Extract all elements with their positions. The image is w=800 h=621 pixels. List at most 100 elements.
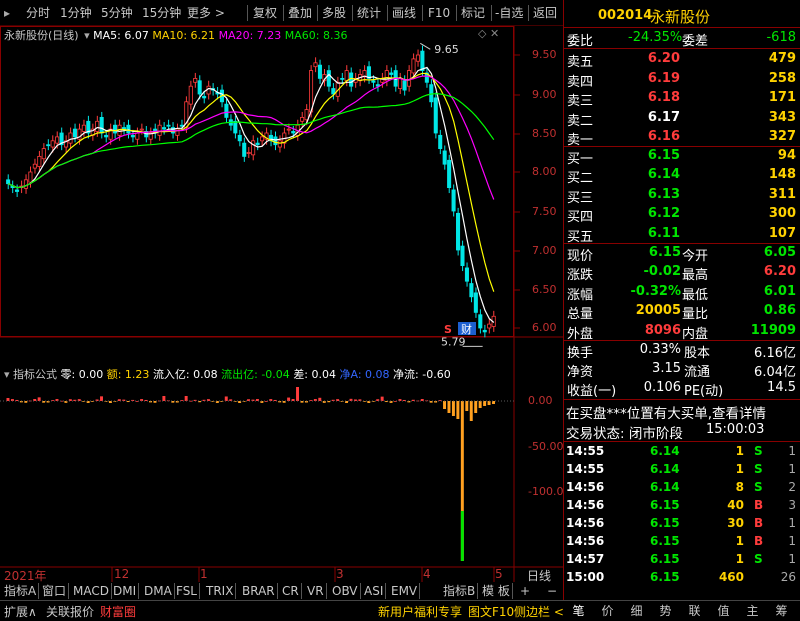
- trade-price: 6.15: [650, 534, 680, 548]
- trade-price: 6.14: [650, 444, 680, 458]
- ask-label: 卖二: [567, 113, 594, 129]
- caifuquan-button[interactable]: 财富圈: [100, 603, 136, 620]
- high-annotation: 9.65: [434, 43, 459, 56]
- time-m4: 4: [423, 567, 431, 581]
- tab-asi[interactable]: ASI: [362, 583, 387, 599]
- tab-trix[interactable]: TRIX: [204, 583, 237, 599]
- tab-fsl[interactable]: FSL: [174, 583, 200, 599]
- trade-count: 1: [788, 534, 796, 548]
- trade-row: 15:00 6.15 460 26: [564, 569, 800, 587]
- diejia-button[interactable]: 叠加: [288, 4, 312, 22]
- kline-chart[interactable]: 9.65 5.79S 财: [0, 26, 564, 582]
- candle-body: [32, 163, 37, 169]
- minus-button[interactable]: −: [545, 583, 559, 599]
- trade-row: 14:56 6.14 8 S 2: [564, 479, 800, 497]
- ask-price: 6.19: [647, 70, 680, 86]
- tab-xi[interactable]: 细: [622, 602, 651, 619]
- panel-divider: [563, 0, 564, 600]
- sidebar-toggle[interactable]: 侧边栏 <: [514, 603, 564, 620]
- candle-body: [460, 245, 465, 267]
- tab-shi[interactable]: 势: [651, 602, 680, 619]
- tab-zhi[interactable]: 值: [709, 602, 738, 619]
- trade-row: 14:56 6.15 40 B 3: [564, 497, 800, 515]
- trade-price: 6.15: [650, 552, 680, 566]
- ask-label: 卖四: [567, 74, 594, 90]
- stat-value: 8096: [644, 322, 681, 338]
- ask-label: 卖五: [567, 55, 594, 70]
- candle-body: [260, 136, 265, 142]
- tab-indicator-b[interactable]: 指标B: [441, 583, 479, 599]
- bid-volume: 107: [768, 225, 796, 241]
- tab-cr[interactable]: CR: [280, 583, 302, 599]
- biaoji-button[interactable]: 标记: [461, 4, 485, 22]
- fin-value: 0.106: [643, 380, 681, 396]
- bid-price: 6.11: [647, 225, 680, 241]
- new-user-banner[interactable]: 新用户福利专享: [378, 603, 462, 620]
- f10-button[interactable]: F10: [428, 4, 450, 22]
- indicator-bar: [451, 401, 455, 416]
- trade-direction: B: [754, 516, 764, 530]
- trade-price: 6.15: [650, 570, 680, 584]
- tab-5min[interactable]: 5分钟: [101, 4, 133, 22]
- trade-time: 14:56: [566, 480, 605, 494]
- tab-indicator-a[interactable]: 指标A: [2, 583, 40, 599]
- huaxian-button[interactable]: 画线: [392, 4, 416, 22]
- indicator-tabs: 指标A 窗口 MACD DMI DMA FSL TRIX BRAR CR VR …: [0, 583, 564, 599]
- tab-obv[interactable]: OBV: [330, 583, 361, 599]
- related-quote-button[interactable]: 关联报价: [46, 603, 94, 620]
- tab-chou[interactable]: 筹: [767, 602, 796, 619]
- fin-value: 14.5: [767, 380, 796, 396]
- tab-1min[interactable]: 1分钟: [60, 4, 92, 22]
- status-bar: 扩展∧ 关联报价 财富圈 新用户福利专享 图文F10 侧边栏 < 笔 价 细 势…: [0, 600, 800, 620]
- big-order-notice[interactable]: 在买盘***位置有大买单,查看详情: [566, 402, 766, 422]
- indicator-tick: -100.0: [528, 485, 564, 498]
- price-tick: 8.50: [532, 127, 557, 140]
- trade-row: 14:55 6.14 1 S 1: [564, 461, 800, 479]
- tab-macd[interactable]: MACD: [71, 583, 112, 599]
- tab-more[interactable]: 更多 >: [187, 4, 225, 22]
- ask-volume: 258: [768, 70, 796, 86]
- candle-body: [6, 179, 11, 185]
- weicha-label: 委差: [682, 34, 709, 49]
- candle-body: [309, 70, 314, 113]
- stat-label: 涨幅: [567, 287, 594, 303]
- dropdown-icon[interactable]: ▾: [4, 368, 10, 381]
- candle-body: [179, 124, 184, 127]
- zixuan-button[interactable]: -自选: [495, 4, 523, 22]
- ask-volume: 343: [768, 109, 796, 125]
- stat-row: 涨幅 -0.32% 最低 6.01: [564, 283, 800, 303]
- f10-graphic-button[interactable]: 图文F10: [468, 603, 514, 620]
- trade-state-time: 15:00:03: [706, 422, 765, 437]
- tab-emv[interactable]: EMV: [389, 583, 421, 599]
- tab-dmi[interactable]: DMI: [111, 583, 140, 599]
- stat-label: 内盘: [682, 326, 709, 342]
- tab-jia[interactable]: 价: [593, 602, 622, 619]
- stock-header: 002014 永新股份: [564, 0, 800, 28]
- tab-fenshi[interactable]: 分时: [26, 4, 50, 22]
- tab-template[interactable]: 模 板: [480, 583, 513, 599]
- candle-body: [326, 70, 331, 87]
- tab-zhu[interactable]: 主: [738, 602, 767, 619]
- stat-label: 量比: [682, 307, 709, 323]
- trade-count: 26: [780, 570, 796, 584]
- duogu-button[interactable]: 多股: [322, 4, 346, 22]
- candle-body: [28, 171, 33, 183]
- tab-window[interactable]: 窗口: [40, 583, 70, 599]
- tab-vr[interactable]: VR: [305, 583, 327, 599]
- fuquan-button[interactable]: 复权: [253, 4, 277, 22]
- tab-dma[interactable]: DMA: [142, 583, 175, 599]
- tab-bi[interactable]: 笔: [564, 602, 593, 619]
- candle-body: [113, 124, 118, 134]
- tongji-button[interactable]: 统计: [357, 4, 381, 22]
- ask-volume: 327: [768, 129, 796, 145]
- candle-body: [237, 134, 242, 142]
- back-button[interactable]: 返回: [533, 4, 557, 22]
- add-button[interactable]: +: [518, 583, 532, 599]
- tab-brar[interactable]: BRAR: [240, 583, 278, 599]
- candle-body: [233, 120, 238, 134]
- expand-button[interactable]: 扩展∧: [4, 603, 37, 620]
- trade-time: 14:55: [566, 462, 605, 476]
- trade-volume: 1: [735, 462, 744, 476]
- tab-lian[interactable]: 联: [680, 602, 709, 619]
- tab-15min[interactable]: 15分钟: [142, 4, 181, 22]
